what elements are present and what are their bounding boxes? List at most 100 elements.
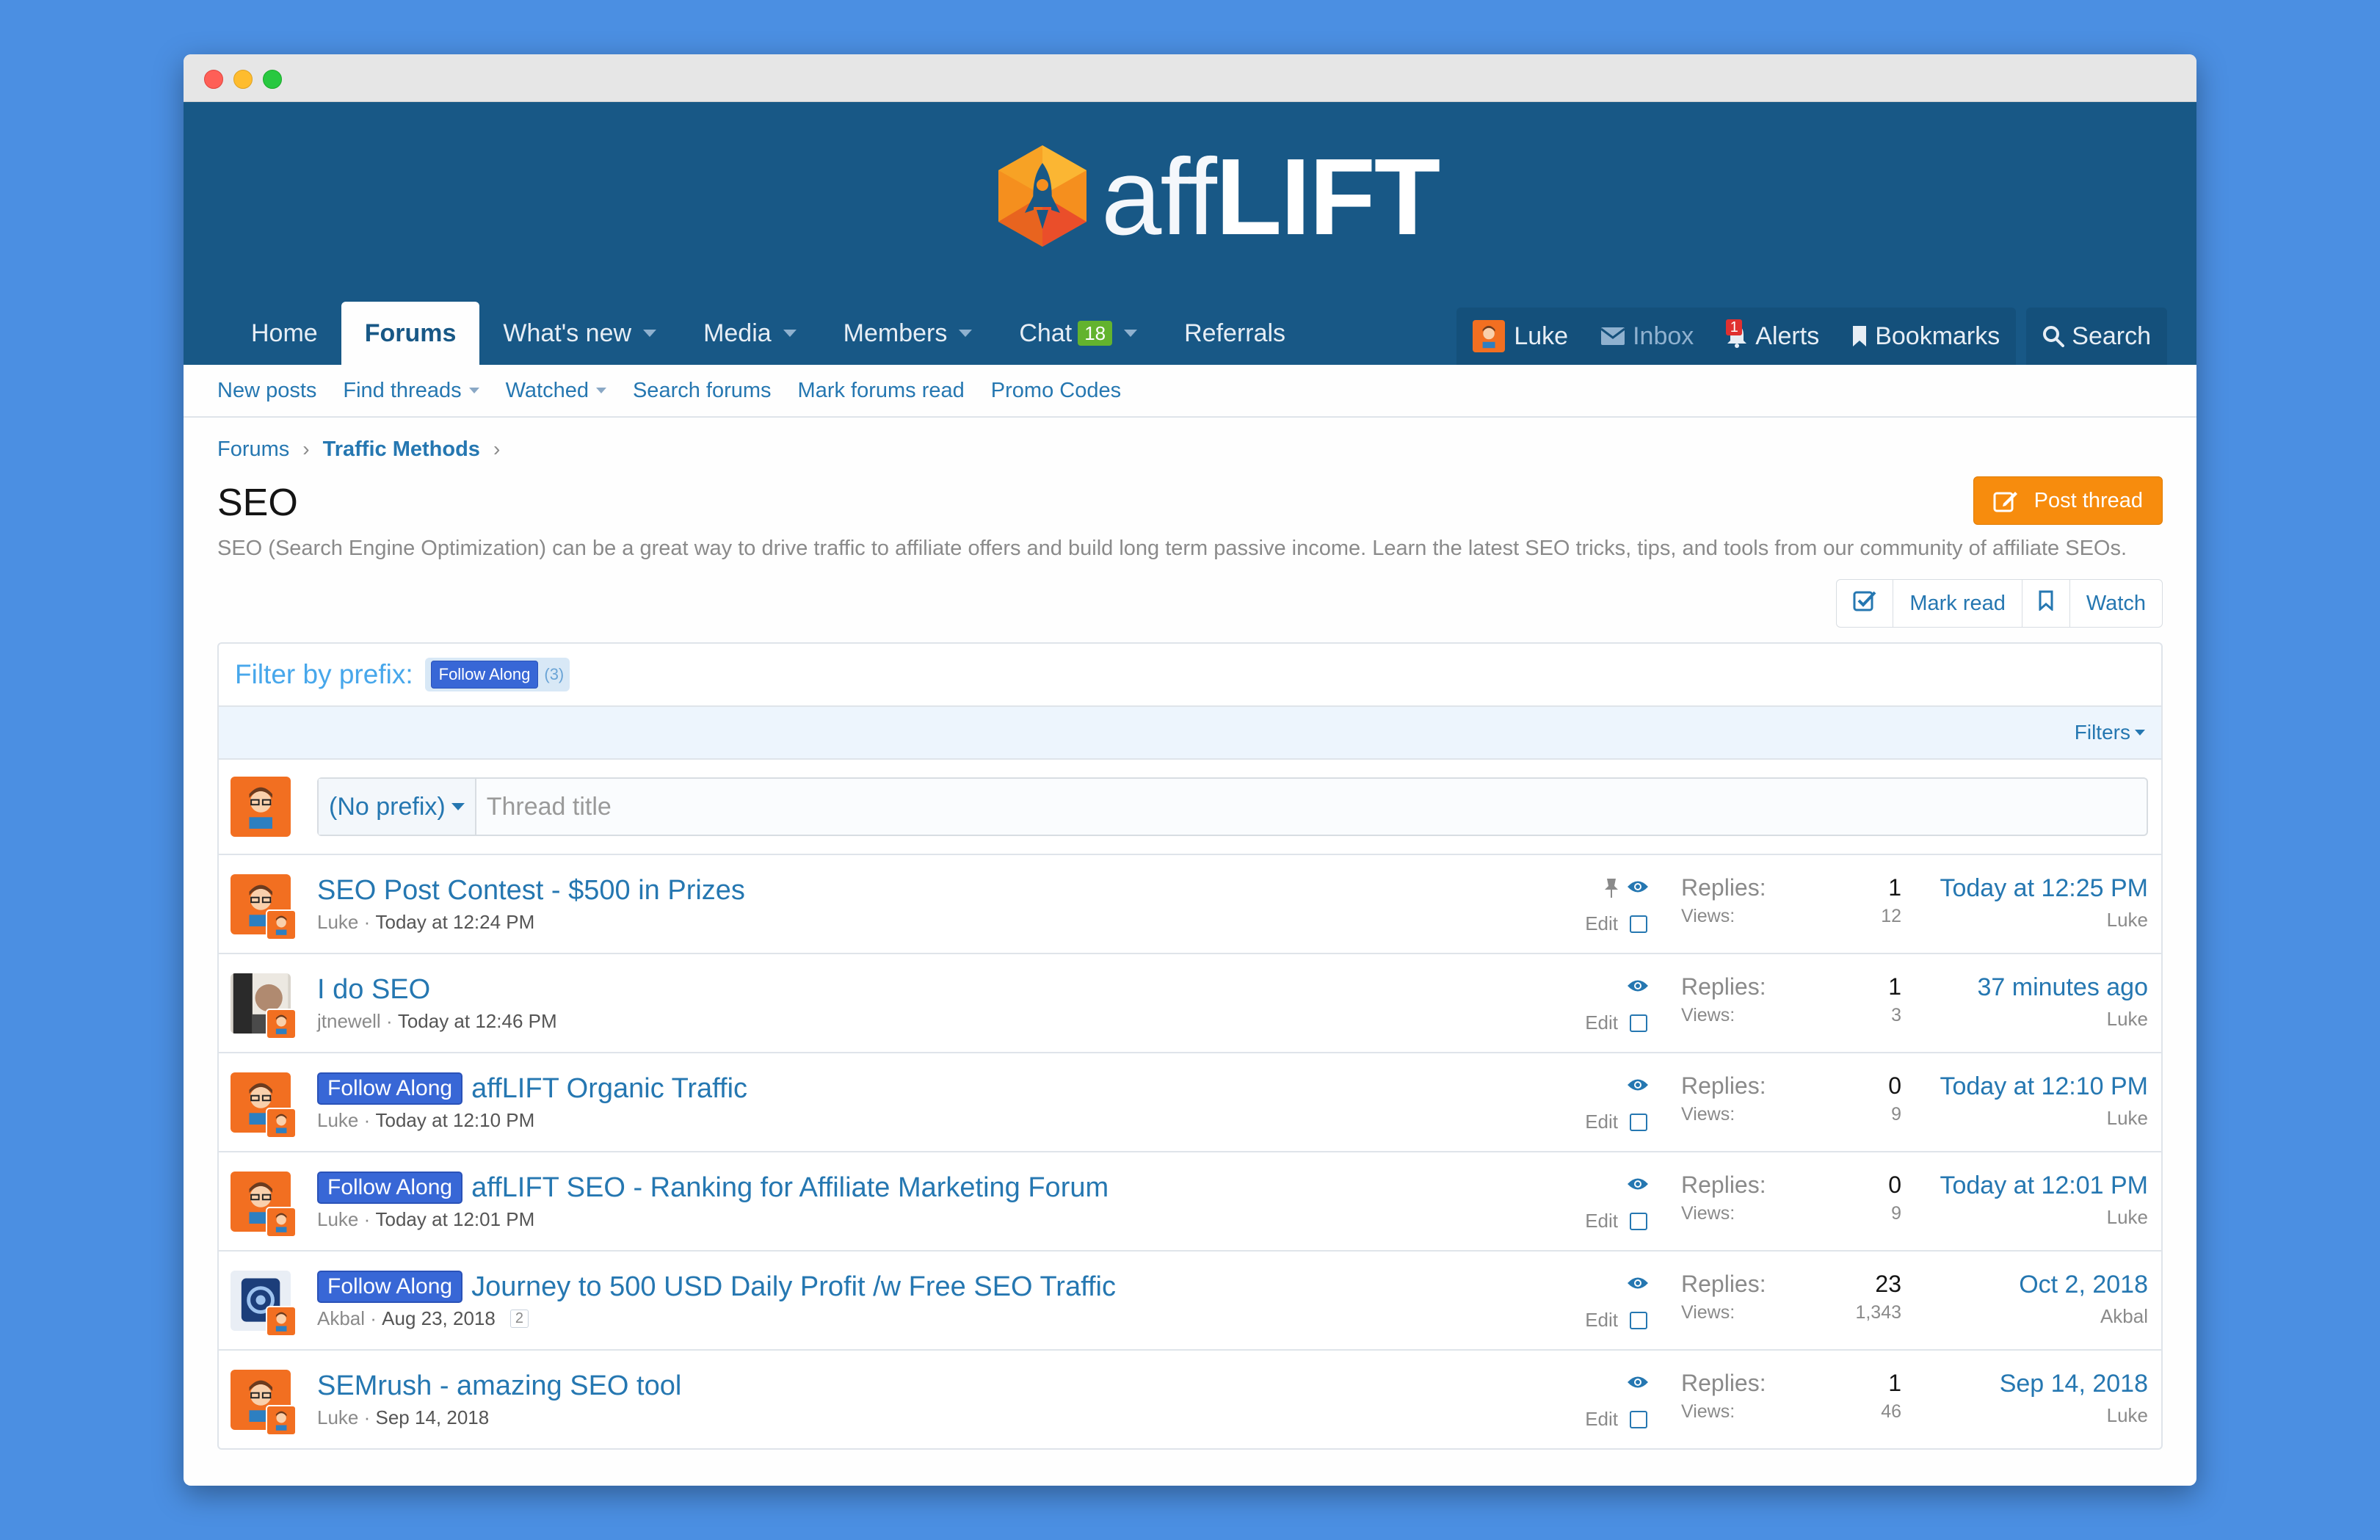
chevron-down-icon[interactable]: [959, 330, 973, 337]
subnav-mark-forums-read[interactable]: Mark forums read: [798, 379, 965, 403]
minimize-window-button[interactable]: [233, 70, 253, 89]
avatar[interactable]: [266, 1107, 297, 1138]
search-button[interactable]: Search: [2026, 308, 2167, 365]
thread-author[interactable]: Luke: [317, 1406, 358, 1429]
avatar[interactable]: [266, 1206, 297, 1238]
thread-title-link[interactable]: SEO Post Contest - $500 in Prizes: [317, 875, 745, 907]
select-checkbox[interactable]: [1630, 915, 1647, 933]
edit-link[interactable]: Edit: [1585, 1309, 1618, 1332]
mark-read-button[interactable]: Mark read: [1893, 580, 2022, 627]
prefix-select[interactable]: (No prefix): [319, 779, 476, 835]
chevron-down-icon[interactable]: [468, 388, 479, 393]
tab-forums[interactable]: Forums: [341, 302, 480, 365]
edit-link[interactable]: Edit: [1585, 1111, 1618, 1133]
select-checkbox[interactable]: [1630, 1312, 1647, 1329]
thread-author[interactable]: jtnewell: [317, 1010, 381, 1033]
thread-title-link[interactable]: affLIFT Organic Traffic: [471, 1073, 747, 1105]
thread-title-input[interactable]: (No prefix) Thread title: [317, 777, 2148, 836]
maximize-window-button[interactable]: [263, 70, 282, 89]
page-title: SEO: [217, 482, 298, 524]
prefix-tag[interactable]: Follow Along: [317, 1271, 463, 1303]
select-checkbox[interactable]: [1630, 1014, 1647, 1032]
thread-date[interactable]: Today at 12:01 PM: [376, 1208, 535, 1231]
bookmark-icon: [2039, 590, 2053, 617]
prefix-filter-row: Filter by prefix: Follow Along (3): [219, 644, 2161, 707]
filters-button[interactable]: Filters: [2075, 721, 2145, 744]
avatar[interactable]: [266, 1008, 297, 1039]
last-post-user[interactable]: Luke: [1940, 909, 2148, 931]
inbox-button[interactable]: Inbox: [1584, 308, 1710, 365]
thread-author[interactable]: Luke: [317, 1208, 358, 1231]
breadcrumb: Forums › Traffic Methods ›: [217, 418, 2163, 481]
thread-author[interactable]: Akbal: [317, 1307, 365, 1330]
thread-title-link[interactable]: Journey to 500 USD Daily Profit /w Free …: [471, 1271, 1116, 1303]
edit-link[interactable]: Edit: [1585, 1210, 1618, 1232]
breadcrumb-forums[interactable]: Forums: [217, 437, 289, 462]
edit-link[interactable]: Edit: [1585, 1408, 1618, 1431]
account-button[interactable]: Luke: [1456, 308, 1584, 365]
avatar[interactable]: [266, 1305, 297, 1337]
prefix-filter-chip[interactable]: Follow Along (3): [424, 658, 570, 691]
chevron-down-icon[interactable]: [1124, 330, 1138, 337]
thread-author[interactable]: Luke: [317, 911, 358, 934]
select-checkbox[interactable]: [1630, 1114, 1647, 1131]
thread-author[interactable]: Luke: [317, 1109, 358, 1132]
search-nav-group: Search: [2026, 308, 2167, 365]
alerts-label: Alerts: [1755, 322, 1820, 350]
views-label: Views:: [1681, 1401, 1735, 1422]
subnav-watched[interactable]: Watched: [506, 379, 606, 403]
thread-title-link[interactable]: SEMrush - amazing SEO tool: [317, 1370, 681, 1402]
prefix-tag[interactable]: Follow Along: [317, 1172, 463, 1204]
avatar[interactable]: [266, 1404, 297, 1436]
watch-button[interactable]: Watch: [2070, 580, 2162, 627]
table-row: Follow Along affLIFT SEO - Ranking for Af…: [219, 1152, 2161, 1252]
thread-date[interactable]: Aug 23, 2018: [382, 1307, 496, 1330]
select-checkbox[interactable]: [1630, 1213, 1647, 1230]
thread-date[interactable]: Today at 12:46 PM: [398, 1010, 557, 1033]
last-post-date[interactable]: Today at 12:01 PM: [1940, 1172, 2148, 1200]
chevron-down-icon[interactable]: [595, 388, 606, 393]
select-toggle-button[interactable]: [1837, 580, 1894, 627]
last-post-date[interactable]: 37 minutes ago: [1978, 973, 2149, 1002]
tab-home[interactable]: Home: [228, 302, 341, 365]
last-post-user[interactable]: Luke: [1978, 1008, 2148, 1031]
last-post-date[interactable]: Oct 2, 2018: [2019, 1271, 2148, 1299]
thread-date[interactable]: Today at 12:24 PM: [376, 911, 535, 934]
chevron-down-icon[interactable]: [643, 330, 657, 337]
last-post-date[interactable]: Sep 14, 2018: [2000, 1370, 2148, 1398]
thread-date[interactable]: Today at 12:10 PM: [376, 1109, 535, 1132]
bookmark-forum-button[interactable]: [2022, 580, 2070, 627]
edit-link[interactable]: Edit: [1585, 912, 1618, 935]
tab-chat[interactable]: Chat 18: [995, 302, 1161, 365]
last-post-user[interactable]: Luke: [2000, 1404, 2148, 1427]
page-jump-link[interactable]: 2: [509, 1310, 529, 1328]
last-post-user[interactable]: Akbal: [2019, 1305, 2148, 1328]
last-post-date[interactable]: Today at 12:25 PM: [1940, 874, 2148, 903]
tab-referrals[interactable]: Referrals: [1161, 302, 1309, 365]
edit-link[interactable]: Edit: [1585, 1011, 1618, 1034]
prefix-tag[interactable]: Follow Along: [317, 1072, 463, 1105]
eye-icon: [1627, 1374, 1649, 1394]
last-post-date[interactable]: Today at 12:10 PM: [1940, 1072, 2148, 1101]
select-checkbox[interactable]: [1630, 1411, 1647, 1428]
avatar[interactable]: [266, 909, 297, 940]
subnav-promo-codes[interactable]: Promo Codes: [991, 379, 1121, 403]
chevron-down-icon[interactable]: [783, 330, 797, 337]
thread-title-link[interactable]: I do SEO: [317, 974, 430, 1006]
alerts-button[interactable]: 1 Alerts: [1710, 308, 1835, 365]
post-thread-button[interactable]: Post thread: [1973, 476, 2163, 525]
last-post-user[interactable]: Luke: [1940, 1206, 2148, 1229]
subnav-search-forums[interactable]: Search forums: [633, 379, 772, 403]
tab-members[interactable]: Members: [820, 302, 996, 365]
thread-date[interactable]: Sep 14, 2018: [376, 1406, 490, 1429]
subnav-find-threads[interactable]: Find threads: [343, 379, 479, 403]
close-window-button[interactable]: [204, 70, 223, 89]
thread-title-link[interactable]: affLIFT SEO - Ranking for Affiliate Mark…: [471, 1172, 1109, 1204]
subnav-new-posts[interactable]: New posts: [217, 379, 316, 403]
tab-media[interactable]: Media: [680, 302, 820, 365]
tab-whats-new[interactable]: What's new: [479, 302, 680, 365]
last-post-user[interactable]: Luke: [1940, 1107, 2148, 1130]
bookmarks-button[interactable]: Bookmarks: [1835, 308, 2016, 365]
breadcrumb-traffic-methods[interactable]: Traffic Methods: [323, 437, 480, 462]
site-logo[interactable]: affLIFT: [991, 139, 1440, 256]
